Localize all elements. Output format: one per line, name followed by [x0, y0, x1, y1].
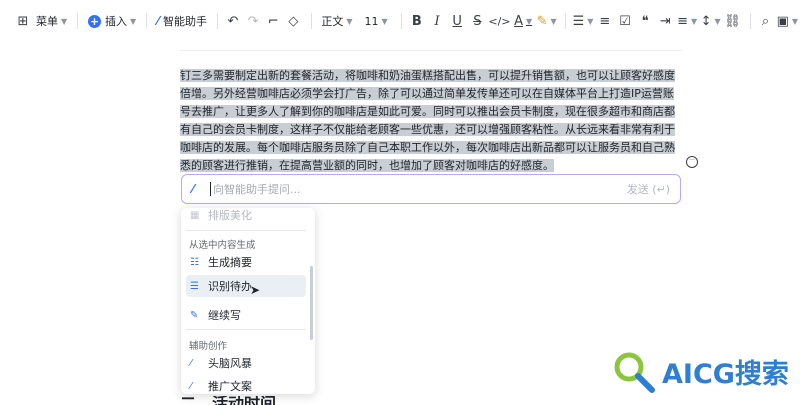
checkbox-icon[interactable]: ☑: [616, 10, 634, 32]
image-icon[interactable]: ▣ ▼: [777, 10, 798, 32]
toolbar: ⊞ 菜单 ▼ + 插入 ▼ ⁄ 智能助手 ↶ ↷ ⌐ ◇ 正文 ▼ 11 ▼ B…: [0, 0, 800, 42]
grid-icon: ⊞: [17, 13, 29, 29]
menu-item-continue-writing[interactable]: ✎ 继续写: [186, 304, 306, 326]
comment-icon[interactable]: ···: [686, 156, 698, 168]
menu-scrollbar[interactable]: [310, 266, 313, 340]
font-color-icon[interactable]: A ▼: [512, 10, 533, 32]
send-button[interactable]: 发送 (↵): [627, 181, 670, 197]
menu-item-identify-todos[interactable]: ☰ 识别待办: [186, 275, 306, 297]
ai-wand-icon: ⁄: [190, 357, 192, 369]
menu-label: 菜单: [36, 15, 58, 28]
italic-icon[interactable]: I: [428, 10, 446, 32]
summary-icon: ☷: [190, 256, 199, 268]
toolbar-divider: [310, 13, 312, 29]
line-spacing-icon[interactable]: ↕ ▼: [700, 10, 721, 32]
ai-wand-icon: ⁄: [192, 182, 195, 196]
chevron-down-icon: ▼: [381, 16, 388, 26]
watermark-text: AICG搜索: [662, 359, 789, 390]
highlight-icon[interactable]: ✎ ▼: [536, 10, 557, 32]
menu-button[interactable]: ⊞ 菜单 ▼: [8, 8, 71, 34]
ai-wand-icon: ⁄: [156, 14, 159, 28]
code-icon[interactable]: </>: [488, 10, 510, 32]
quote-icon[interactable]: ❝: [636, 10, 654, 32]
paragraph-text: 钉三多需要制定出新的套餐活动，将咖啡和奶油蛋糕搭配出售，可以提升销售额，也可以让…: [180, 69, 675, 172]
ai-prompt-input[interactable]: [210, 182, 627, 196]
font-size-select[interactable]: 11 ▼: [360, 8, 394, 34]
ai-assistant-label: 智能助手: [162, 15, 207, 28]
layout-icon: ▦: [190, 209, 200, 221]
chevron-down-icon: ▼: [129, 16, 137, 26]
insert-label: 插入: [104, 15, 127, 28]
menu-item-promo-copy[interactable]: ⁄ 推广文案: [186, 375, 306, 394]
menu-section-header: 从选中内容生成: [189, 240, 256, 251]
format-painter-icon[interactable]: ⌐: [264, 10, 282, 32]
selected-paragraph[interactable]: 钉三多需要制定出新的套餐活动，将咖啡和奶油蛋糕搭配出售，可以提升销售额，也可以让…: [180, 67, 682, 175]
strikethrough-icon[interactable]: S: [468, 10, 486, 32]
toolbar-divider: [400, 13, 402, 29]
text-style-select[interactable]: 正文 ▼: [317, 8, 356, 34]
menu-section-header: 辅助创作: [189, 341, 228, 352]
menu-item-label: 排版美化: [208, 209, 252, 222]
bold-icon[interactable]: B: [408, 10, 426, 32]
document-top-divider: [180, 50, 682, 51]
menu-divider: [186, 329, 306, 330]
eraser-icon[interactable]: ◇: [284, 10, 302, 32]
redo-icon[interactable]: ↷: [244, 10, 262, 32]
indent-icon[interactable]: ⇥: [656, 10, 674, 32]
continue-write-icon: ✎: [190, 309, 199, 321]
insert-button[interactable]: + 插入 ▼: [84, 8, 140, 34]
menu-item-brainstorm[interactable]: ⁄ 头脑风暴: [186, 352, 306, 374]
menu-item-label: 头脑风暴: [208, 357, 252, 370]
menu-divider: [186, 230, 306, 231]
watermark: AICG搜索: [600, 338, 800, 405]
chevron-down-icon: ▼: [61, 16, 68, 26]
menu-item-label: 继续写: [208, 309, 241, 322]
todo-list-icon: ☰: [190, 280, 199, 292]
menu-item-label: 生成摘要: [208, 256, 252, 269]
menu-item-format-beautify[interactable]: ▦ 排版美化: [186, 208, 306, 226]
underline-icon[interactable]: U: [448, 10, 466, 32]
menu-item-label: 推广文案: [208, 380, 252, 393]
numbered-list-icon[interactable]: ≡: [596, 10, 614, 32]
chevron-down-icon: ▼: [346, 16, 353, 26]
toolbar-divider: [216, 13, 218, 29]
ai-action-menu: ▦ 排版美化 从选中内容生成 ☷ 生成摘要 ☰ 识别待办 ✎ 继续写 辅助创作 …: [181, 208, 315, 394]
ai-wand-icon: ⁄: [190, 380, 192, 392]
mouse-pointer-icon: ➤: [250, 283, 261, 297]
menu-item-label: 识别待办: [208, 280, 252, 293]
toolbar-divider: [146, 13, 147, 29]
undo-icon[interactable]: ↶: [224, 10, 242, 32]
toolbar-divider: [77, 13, 78, 29]
plus-icon: +: [87, 14, 101, 28]
ai-assistant-button[interactable]: ⁄ 智能助手: [153, 8, 211, 34]
ai-prompt-bar: ⁄ 发送 (↵): [181, 174, 681, 204]
link-icon[interactable]: ⛓: [723, 10, 741, 32]
font-size-value: 11: [364, 14, 379, 28]
section-heading: 二、活动时间: [180, 396, 276, 405]
magnifier-logo-icon: [610, 348, 658, 396]
menu-item-generate-summary[interactable]: ☷ 生成摘要: [186, 251, 306, 273]
toolbar-divider: [565, 13, 567, 29]
text-style-value: 正文: [321, 15, 344, 28]
toolbar-divider: [749, 13, 751, 29]
find-icon[interactable]: ⌕: [756, 10, 774, 32]
align-icon[interactable]: ≡ ▼: [676, 10, 697, 32]
bullet-list-icon[interactable]: ☰ ▼: [572, 10, 594, 32]
